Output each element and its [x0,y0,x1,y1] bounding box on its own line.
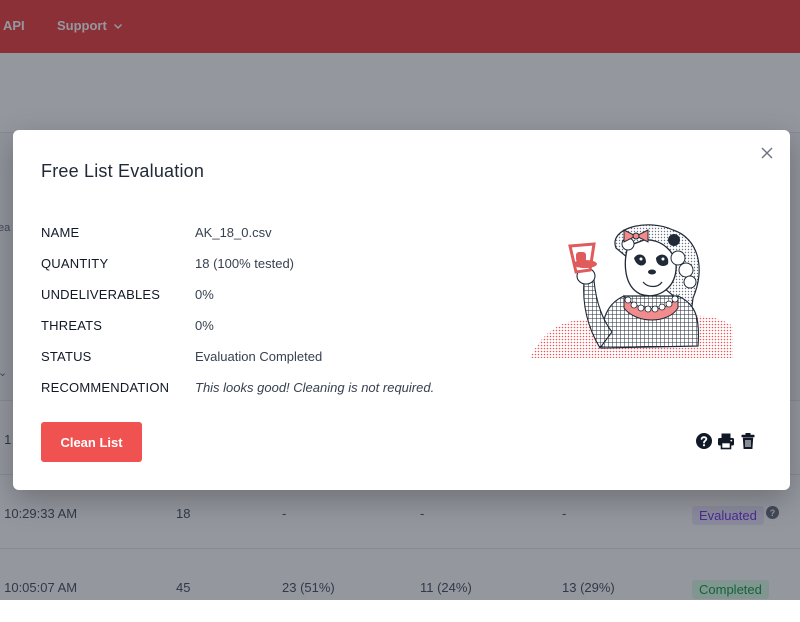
help-icon [695,432,713,450]
evaluation-modal: Free List Evaluation NAME AK_18_0.csv QU… [13,130,790,490]
modal-title: Free List Evaluation [41,161,204,182]
field-undeliverables: UNDELIVERABLES 0% [41,287,541,305]
print-button[interactable] [717,432,735,450]
field-value: 0% [195,318,214,333]
field-quantity: QUANTITY 18 (100% tested) [41,256,541,274]
field-value: AK_18_0.csv [195,225,272,240]
modal-actions [695,432,757,450]
field-threats: THREATS 0% [41,318,541,336]
clean-list-button[interactable]: Clean List [41,422,142,462]
field-label: THREATS [41,318,102,333]
field-name: NAME AK_18_0.csv [41,225,541,243]
print-icon [717,432,735,450]
field-value: This looks good! Cleaning is not require… [195,380,434,395]
lady-with-teacup-illustration [528,218,736,368]
field-value: 0% [195,287,214,302]
field-value: Evaluation Completed [195,349,322,364]
close-button[interactable] [759,145,775,161]
close-icon [759,145,775,161]
field-label: UNDELIVERABLES [41,287,160,302]
field-label: RECOMMENDATION [41,380,169,395]
help-button[interactable] [695,432,713,450]
field-label: QUANTITY [41,256,108,271]
field-recommendation: RECOMMENDATION This looks good! Cleaning… [41,380,541,398]
field-status: STATUS Evaluation Completed [41,349,541,367]
delete-button[interactable] [739,432,757,450]
field-label: STATUS [41,349,92,364]
field-value: 18 (100% tested) [195,256,294,271]
trash-icon [739,432,757,450]
field-label: NAME [41,225,79,240]
